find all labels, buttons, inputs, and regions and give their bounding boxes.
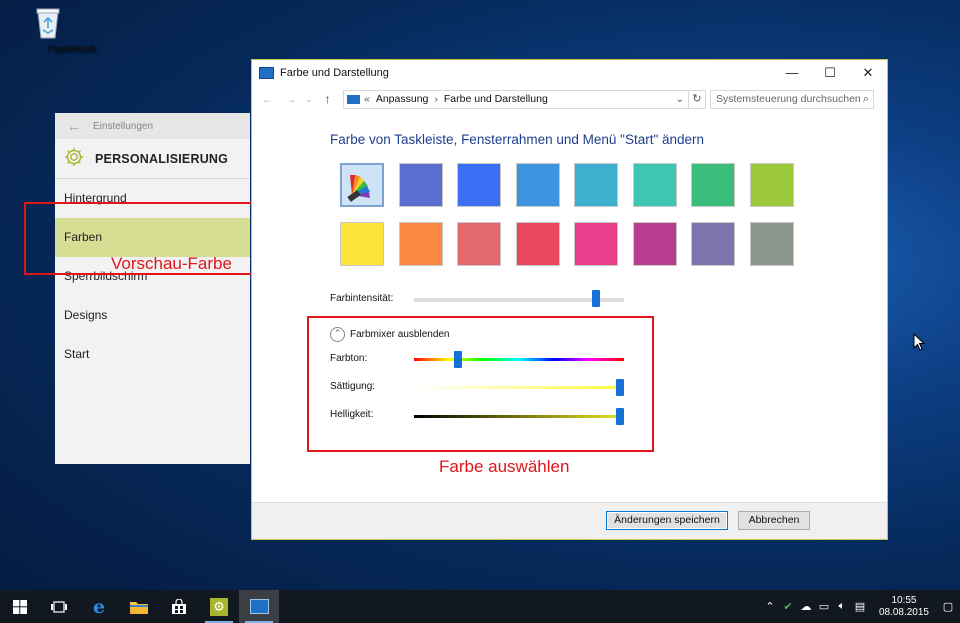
mixer-annotation-label: Farbe auswählen <box>439 457 570 476</box>
settings-window-title: Einstellungen <box>93 120 154 132</box>
swatch-7[interactable] <box>750 163 794 207</box>
cp-window-title: Farbe und Darstellung <box>280 67 389 79</box>
settings-titlebar: ← Einstellungen <box>55 113 250 139</box>
gear-icon <box>63 146 85 173</box>
control-panel-taskbar-button[interactable] <box>239 590 279 623</box>
forward-icon[interactable]: → <box>279 92 302 106</box>
breadcrumb-anpassung[interactable]: Anpassung <box>376 93 429 105</box>
swatch-4[interactable] <box>574 163 618 207</box>
network-icon[interactable]: ▭ <box>816 600 832 613</box>
minimize-button[interactable]: — <box>773 65 811 81</box>
show-hidden-icons-chevron-icon[interactable]: ⌃ <box>762 600 778 613</box>
search-icon[interactable]: ⌕ <box>863 93 869 106</box>
start-button[interactable] <box>0 590 40 623</box>
swatch-custom[interactable] <box>340 163 384 207</box>
edge-button[interactable]: e <box>79 590 119 623</box>
folder-icon <box>130 601 148 614</box>
page-heading: Farbe von Taskleiste, Fensterrahmen und … <box>330 132 705 147</box>
swatch-11[interactable] <box>516 222 560 266</box>
address-bar-row: ← → ⌄ ↑ « Anpassung › Farbe und Darstell… <box>252 86 887 112</box>
notification-app-icon[interactable]: ✔ <box>780 600 796 613</box>
cp-footer: Änderungen speichern Abbrechen <box>252 502 887 539</box>
windows-logo-icon <box>13 599 27 614</box>
nav-item-designs[interactable]: Designs <box>55 296 250 335</box>
recent-chevron-icon[interactable]: ⌄ <box>302 94 316 105</box>
edge-icon: e <box>92 595 106 618</box>
onedrive-cloud-icon[interactable]: ☁ <box>798 600 814 613</box>
recycle-bin-icon <box>33 6 63 40</box>
back-arrow-icon[interactable]: ← <box>55 118 93 134</box>
search-input[interactable]: Systemsteuerung durchsuchen ⌕ <box>710 89 874 109</box>
location-icon <box>347 94 360 104</box>
input-icon[interactable]: ▤ <box>852 600 868 613</box>
breadcrumb-overflow[interactable]: « <box>364 93 370 105</box>
preview-annotation-label: Vorschau-Farbe <box>111 254 232 273</box>
recycle-bin-desktop-icon[interactable]: Papierkorb <box>18 6 96 55</box>
taskbar: e ⚙ ⌃ ✔ ☁ ▭ 🔈︎ ▤ 10:55 08.08.2015 ▢ <box>0 590 960 623</box>
action-center-icon[interactable]: ▢ <box>940 600 956 613</box>
swatch-3[interactable] <box>516 163 560 207</box>
settings-taskbar-button[interactable]: ⚙ <box>199 590 239 623</box>
search-placeholder: Systemsteuerung durchsuchen <box>716 93 861 105</box>
save-changes-button[interactable]: Änderungen speichern <box>606 511 728 530</box>
system-tray: ⌃ ✔ ☁ ▭ 🔈︎ ▤ 10:55 08.08.2015 ▢ <box>761 590 960 623</box>
settings-window: ← Einstellungen PERSONALISIERUNG Hinterg… <box>55 113 250 464</box>
swatch-8[interactable] <box>340 222 384 266</box>
swatch-13[interactable] <box>633 222 677 266</box>
breadcrumb-farbe[interactable]: Farbe und Darstellung <box>444 93 548 105</box>
clock-time: 10:55 <box>891 594 917 606</box>
address-box[interactable]: « Anpassung › Farbe und Darstellung ⌄ <box>343 89 689 109</box>
intensity-slider-thumb[interactable] <box>591 290 600 307</box>
mouse-cursor-icon <box>913 332 926 356</box>
up-icon[interactable]: ↑ <box>316 92 339 106</box>
control-panel-window: Farbe und Darstellung — ☐ ✕ ← → ⌄ ↑ « An… <box>251 59 888 540</box>
task-view-button[interactable] <box>39 590 79 623</box>
swatch-5[interactable] <box>633 163 677 207</box>
cancel-button[interactable]: Abbrechen <box>738 511 810 530</box>
close-button[interactable]: ✕ <box>849 65 887 81</box>
swatch-9[interactable] <box>399 222 443 266</box>
settings-gear-taskbar-icon: ⚙ <box>210 597 228 616</box>
volume-icon[interactable]: 🔈︎ <box>834 600 850 613</box>
swatch-6[interactable] <box>691 163 735 207</box>
maximize-button[interactable]: ☐ <box>811 65 849 81</box>
address-dropdown-icon[interactable]: ⌄ <box>676 94 684 105</box>
store-bag-icon <box>172 598 186 614</box>
explorer-button[interactable] <box>119 590 159 623</box>
control-panel-taskbar-icon <box>249 599 269 614</box>
swatch-14[interactable] <box>691 222 735 266</box>
color-fan-icon <box>347 175 370 202</box>
swatch-15[interactable] <box>750 222 794 266</box>
swatch-2[interactable] <box>457 163 501 207</box>
refresh-icon[interactable]: ↻ <box>689 89 706 109</box>
clock[interactable]: 10:55 08.08.2015 <box>879 595 929 619</box>
back-icon[interactable]: ← <box>256 92 279 106</box>
store-button[interactable] <box>159 590 199 623</box>
intensity-label: Farbintensität: <box>330 293 394 304</box>
color-window-icon <box>259 67 274 79</box>
swatch-10[interactable] <box>457 222 501 266</box>
mixer-annotation-box <box>307 316 654 452</box>
nav-item-start[interactable]: Start <box>55 335 250 374</box>
swatch-1[interactable] <box>399 163 443 207</box>
task-view-icon <box>51 600 67 613</box>
breadcrumb-separator-icon[interactable]: › <box>434 93 438 105</box>
recycle-bin-label: Papierkorb <box>48 44 97 55</box>
clock-date: 08.08.2015 <box>878 606 929 618</box>
settings-section-title: PERSONALISIERUNG <box>95 152 229 166</box>
swatch-12[interactable] <box>574 222 618 266</box>
settings-header: PERSONALISIERUNG <box>55 139 250 179</box>
cp-titlebar: Farbe und Darstellung — ☐ ✕ <box>252 60 887 86</box>
